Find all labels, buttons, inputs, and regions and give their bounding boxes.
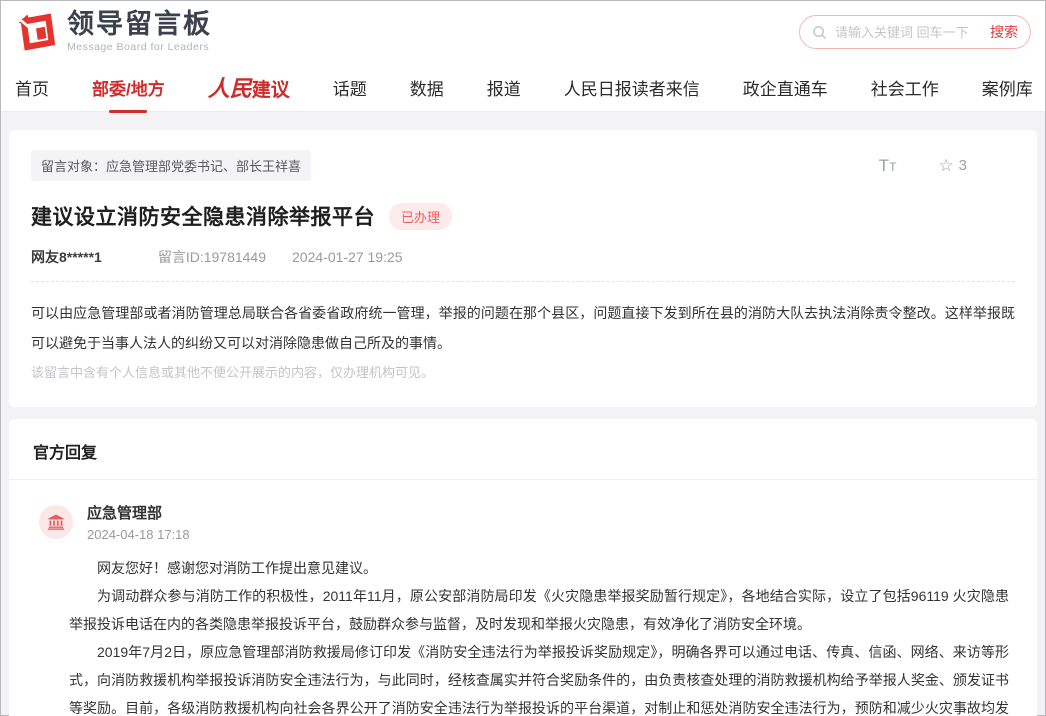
message-id: 留言ID:19781449 <box>158 247 266 267</box>
page-body: 留言对象：应急管理部党委书记、部长王祥喜 TT ☆ 3 建议设立消防安全隐患消除… <box>1 112 1045 716</box>
reply-agency-name: 应急管理部 <box>87 502 190 523</box>
search-box[interactable]: 搜索 <box>799 15 1031 49</box>
nav-item-social-work[interactable]: 社会工作 <box>871 75 939 100</box>
reply-item: 应急管理部 2024-04-18 17:18 网友您好！感谢您对消防工作提出意见… <box>9 480 1037 716</box>
main-nav: 首页 部委/地方 人民建议 话题 数据 报道 人民日报读者来信 政企直通车 社会… <box>1 63 1045 112</box>
nav-brand-bold: 建议 <box>252 80 290 101</box>
star-icon: ☆ <box>938 157 953 174</box>
message-title: 建议设立消防安全隐患消除举报平台 <box>31 201 375 231</box>
page-header: 领导留言板 Message Board for Leaders 搜索 <box>1 1 1045 63</box>
nav-item-ministries-local[interactable]: 部委/地方 <box>92 75 165 100</box>
message-meta: 网友8*****1 留言ID:19781449 2024-01-27 19:25 <box>31 247 1015 282</box>
nav-item-peoples-suggestions[interactable]: 人民建议 <box>208 71 290 103</box>
reply-author-info: 应急管理部 2024-04-18 17:18 <box>87 502 190 542</box>
message-card: 留言对象：应急管理部党委书记、部长王祥喜 TT ☆ 3 建议设立消防安全隐患消除… <box>9 130 1037 407</box>
status-badge: 已办理 <box>389 203 452 230</box>
font-size-toggle-icon[interactable]: TT <box>879 156 897 176</box>
site-logo-text: 领导留言板 Message Board for Leaders <box>67 11 212 53</box>
message-author: 网友8*****1 <box>31 247 102 267</box>
nav-item-topics[interactable]: 话题 <box>333 75 367 100</box>
search-icon <box>812 25 827 40</box>
search-input[interactable] <box>835 25 982 40</box>
reply-date: 2024-04-18 17:18 <box>87 527 190 542</box>
site-title: 领导留言板 <box>67 11 212 38</box>
privacy-note: 该留言中含有个人信息或其他不便公开展示的内容，仅办理机构可见。 <box>31 362 1015 381</box>
message-target-tag: 留言对象：应急管理部党委书记、部长王祥喜 <box>31 150 311 181</box>
nav-brand-script: 人民 <box>208 76 252 102</box>
message-topline: 留言对象：应急管理部党委书记、部长王祥喜 TT ☆ 3 <box>31 150 1015 181</box>
reply-paragraph: 2019年7月2日，原应急管理部消防救援局修订印发《消防安全违法行为举报投诉奖励… <box>69 638 1009 716</box>
site-subtitle: Message Board for Leaders <box>67 41 212 53</box>
favorite-control[interactable]: ☆ 3 <box>938 157 967 174</box>
nav-item-data[interactable]: 数据 <box>410 75 444 100</box>
star-count: 3 <box>959 157 967 174</box>
nav-item-readers-letters[interactable]: 人民日报读者来信 <box>564 75 700 100</box>
reply-section-title: 官方回复 <box>33 445 97 462</box>
official-reply-card: 官方回复 应急管理部 2024-04-18 <box>9 419 1037 716</box>
government-building-icon <box>47 513 65 531</box>
reply-paragraph: 网友您好！感谢您对消防工作提出意见建议。 <box>69 554 1009 582</box>
agency-avatar <box>39 505 73 539</box>
nav-item-case-library[interactable]: 案例库 <box>982 75 1033 100</box>
search-button[interactable]: 搜索 <box>990 22 1018 42</box>
reply-author-row: 应急管理部 2024-04-18 17:18 <box>39 502 1013 542</box>
message-date: 2024-01-27 19:25 <box>292 249 403 265</box>
message-tools: TT ☆ 3 <box>879 156 1015 176</box>
message-title-row: 建议设立消防安全隐患消除举报平台 已办理 <box>31 201 1015 231</box>
reply-section-header: 官方回复 <box>9 419 1037 480</box>
nav-item-home[interactable]: 首页 <box>15 75 49 100</box>
nav-item-reports[interactable]: 报道 <box>487 75 521 100</box>
reply-paragraph: 为调动群众参与消防工作的积极性，2011年11月，原公安部消防局印发《火灾隐患举… <box>69 582 1009 638</box>
nav-item-gov-biz-express[interactable]: 政企直通车 <box>743 75 828 100</box>
message-board-logo-icon <box>15 11 57 53</box>
message-content: 可以由应急管理部或者消防管理总局联合各省委省政府统一管理，举报的问题在那个县区，… <box>31 298 1015 358</box>
site-logo[interactable]: 领导留言板 Message Board for Leaders <box>15 11 212 53</box>
reply-body: 网友您好！感谢您对消防工作提出意见建议。 为调动群众参与消防工作的积极性，201… <box>39 554 1013 716</box>
